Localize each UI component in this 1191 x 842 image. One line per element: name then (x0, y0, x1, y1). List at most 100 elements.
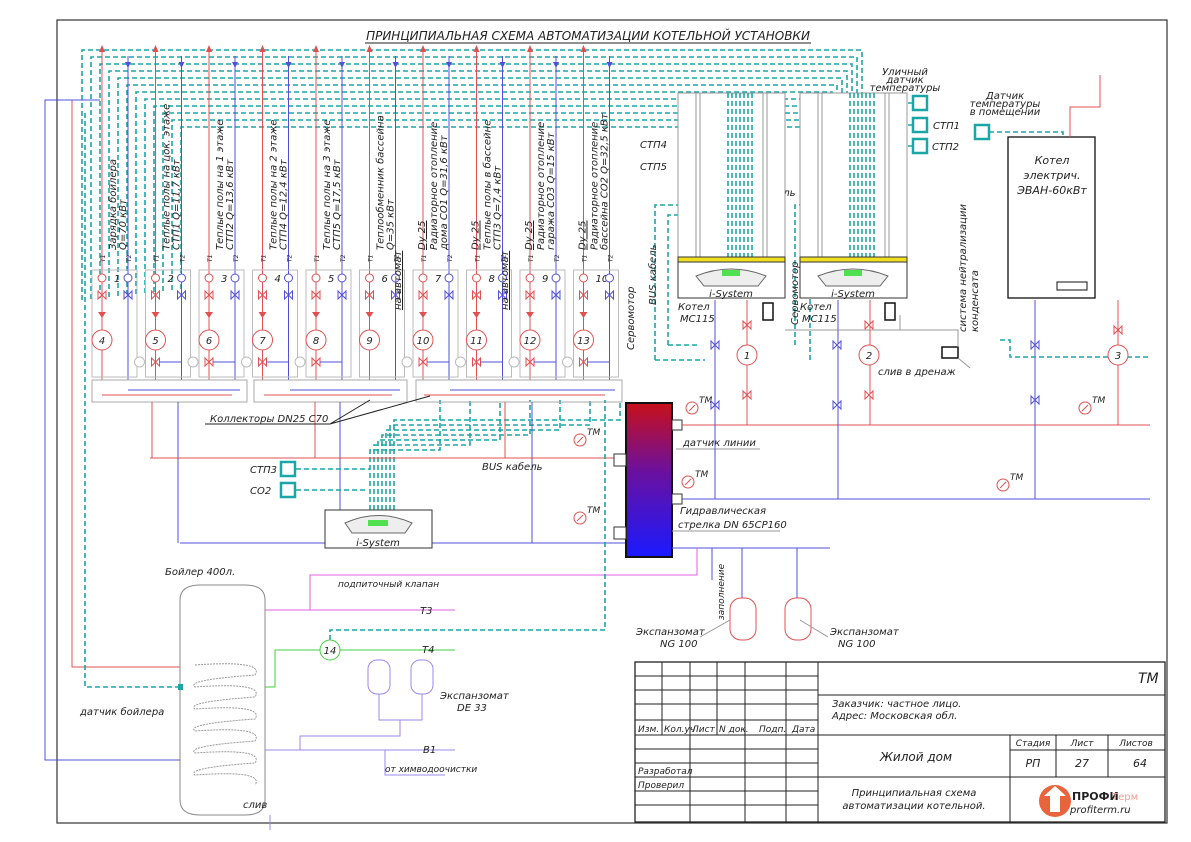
check-valve-icon (312, 312, 320, 318)
dy-label: Dy 25 (471, 220, 482, 250)
condensate-label: конденсата (970, 270, 981, 332)
thermometer-icon (123, 273, 133, 283)
drain-label: слив в дренаж (878, 367, 956, 378)
circuit-number: 6 (382, 274, 388, 285)
valve-icon (864, 319, 874, 331)
line-sensor-label: датчик линии (682, 438, 756, 449)
circuit-number: 1 (114, 274, 120, 285)
sensor-co2 (279, 481, 297, 499)
thermometer-icon (579, 273, 588, 283)
servomotor-icon (241, 356, 252, 368)
electric-boiler-pump: 3 (1030, 324, 1129, 406)
pressure-gauge: ТМ (1078, 396, 1105, 415)
check-valve-icon (365, 312, 374, 318)
expansion-ng-label: NG 100 (660, 639, 698, 650)
circuit-label: Q=35 кВт (386, 198, 397, 250)
sheets-value: 64 (1133, 757, 1147, 770)
t2-label: T2 (126, 254, 133, 262)
control-cable (393, 400, 621, 510)
drawing-title: ПРИНЦИПИАЛЬНАЯ СХЕМА АВТОМАТИЗАЦИИ КОТЕЛ… (366, 28, 810, 43)
check-valve-icon (419, 312, 427, 318)
t2-label: T2 (554, 254, 561, 262)
collectors-label: Коллекторы DN25 C70 (210, 414, 328, 425)
expansion-ng-label: NG 100 (838, 639, 876, 650)
controller-label: i-System (356, 538, 400, 549)
dhw-tank-label: Бойлер 400л. (165, 567, 235, 578)
arrow-up-icon (473, 45, 480, 52)
automation-scheme: ПРИНЦИПИАЛЬНАЯ СХЕМА АВТОМАТИЗАЦИИ КОТЕЛ… (44, 19, 1168, 830)
filling-label: заполнение (717, 563, 727, 620)
pressure-gauge: ТМ (685, 396, 712, 415)
thermometer-icon (605, 273, 614, 283)
boiler-display (844, 270, 862, 276)
valve-icon (832, 399, 842, 411)
circuit-number: 2 (168, 274, 174, 285)
pump-number: 14 (324, 646, 337, 657)
t1-label: T1 (368, 255, 375, 262)
sensor-stp3-label: СТП3 (250, 465, 277, 476)
boiler-display (722, 270, 740, 276)
gas-boiler-label: Котел (800, 302, 832, 313)
thermometer-icon (311, 273, 321, 283)
gas-boiler-model: MC115 (802, 314, 837, 325)
pump-number: 11 (470, 336, 483, 347)
pressure-gauge: ТМ (573, 428, 600, 447)
drawing-name: Принципиальная схема (852, 788, 977, 799)
t2-label: T2 (233, 254, 240, 262)
servomotor-icon (508, 356, 520, 368)
outdoor-sensor-label: температуры (870, 83, 941, 94)
sensor-stp5-label: СТП5 (640, 162, 667, 173)
valve-icon (832, 339, 842, 351)
t1-label: T1 (207, 255, 214, 262)
sensor-stp2-label: СТП2 (932, 142, 959, 153)
pump-number: 10 (417, 336, 430, 347)
condensate-trap (762, 302, 774, 321)
column-header: Кол.уч (664, 725, 695, 735)
separator-label: стрелка DN 65СР160 (678, 520, 787, 531)
t3-label: Т3 (420, 606, 432, 617)
water-treatment-label: от химводоочистки (385, 765, 477, 775)
room-sensor-label: в помещении (970, 107, 1041, 118)
t1-label: T1 (314, 255, 321, 262)
outdoor-sensor (911, 94, 929, 112)
pump-number: 8 (313, 336, 319, 347)
check-valve-icon (205, 312, 213, 318)
column-header: Изм. (638, 725, 659, 735)
circuit-label: СТП2 Q=13,6 кВт (225, 158, 236, 250)
column-header: Дата (791, 725, 815, 735)
doc-code: ТМ (1138, 671, 1159, 687)
t1-label: T1 (154, 255, 161, 262)
pump-number: 9 (366, 336, 372, 347)
arrow-up-icon (420, 45, 426, 52)
customer: Заказчик: частное лицо. (832, 699, 961, 710)
expansion-tanks-ng: Экспанзомат NG 100 Экспанзомат NG 100 за… (635, 563, 900, 650)
arrow-up-icon (313, 45, 319, 52)
arrow-up-icon (580, 45, 587, 52)
arrow-up-icon (366, 45, 373, 52)
control-cable (373, 400, 471, 510)
circuit-2: T1 T2Теплые полы на цок. этаже СТП1 Q=11,7… (134, 45, 191, 380)
valve-icon (864, 389, 874, 401)
arrow-up-icon (259, 45, 266, 52)
circuit-label: Q=70 кВт (118, 198, 129, 250)
t2-label: T2 (447, 254, 454, 262)
logo-url: profiterm.ru (1069, 805, 1131, 816)
circuit-6: T1 T2Теплообменник бассейна Q=35 кВт69 (359, 45, 405, 380)
circuit-number: 4 (275, 274, 281, 285)
column-header: N док. (719, 725, 749, 735)
expansion-ng-label: Экспанзомат (829, 627, 900, 638)
gauge-label: ТМ (699, 396, 712, 406)
circuit-label: бассейна СО2 Q=32,5 кВт (599, 112, 611, 250)
circuit-9: T1 T2Радиаторное отопление гаража СО3 Q=15… (508, 45, 566, 380)
arrow-down-icon (178, 62, 185, 68)
bus-cable-label: BUS кабель (647, 244, 659, 305)
circuit-number: 3 (221, 274, 227, 285)
hydraulic-separator: датчик линии Гидравлическая стрелка DN 6… (613, 402, 787, 558)
thermometer-icon (551, 273, 561, 283)
check-valve-icon (526, 312, 534, 318)
circuit-number: 7 (435, 274, 442, 285)
check-valve-icon (151, 312, 160, 318)
expansion-de-label: DE 33 (457, 703, 487, 714)
sheet-value: 27 (1075, 757, 1089, 770)
servomotor-icon (294, 356, 306, 368)
